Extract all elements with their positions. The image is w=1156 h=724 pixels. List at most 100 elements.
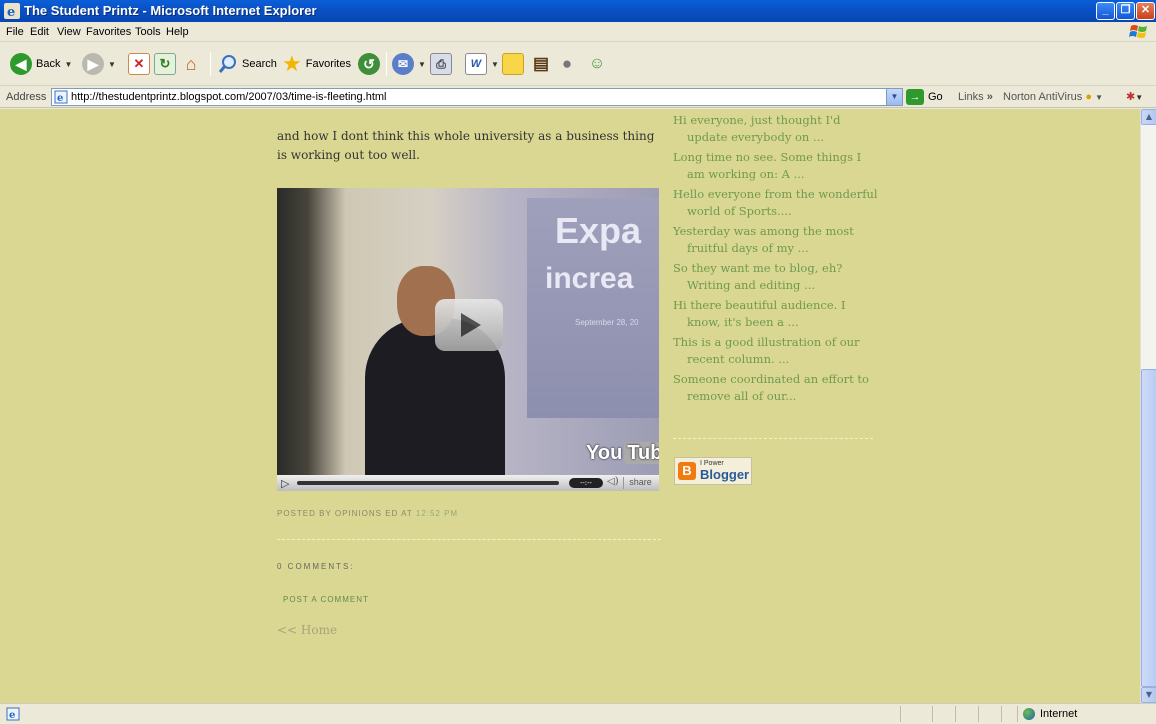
volume-icon[interactable]: ◁) bbox=[607, 476, 619, 487]
slide-text-line1: Expa bbox=[555, 210, 642, 251]
edit-dropdown-icon[interactable]: ▼ bbox=[491, 60, 499, 69]
stop-button[interactable]: ✕ bbox=[128, 50, 150, 78]
menu-tools[interactable]: Tools bbox=[135, 26, 161, 38]
links-label: Links bbox=[958, 91, 984, 103]
refresh-button[interactable]: ↻ bbox=[154, 50, 176, 78]
mail-dropdown-icon[interactable]: ▼ bbox=[418, 60, 426, 69]
forward-dropdown-icon[interactable]: ▼ bbox=[108, 60, 116, 69]
control-play-icon[interactable]: ▷ bbox=[281, 477, 289, 490]
recent-posts-sidebar: Hi everyone, just thought I'd update eve… bbox=[673, 112, 878, 408]
back-arrow-icon: ◀ bbox=[10, 53, 32, 75]
toolbar-options-icon[interactable]: ✱▼ bbox=[1126, 90, 1143, 103]
maximize-button[interactable]: ❐ bbox=[1116, 2, 1135, 20]
refresh-icon: ↻ bbox=[154, 53, 176, 75]
youtube-logo-tube: Tube bbox=[624, 442, 659, 464]
video-controls: ▷ --:-- ◁) share bbox=[277, 475, 659, 491]
search-button[interactable]: Search bbox=[218, 50, 277, 78]
recent-post-link[interactable]: Hi everyone, just thought I'd update eve… bbox=[673, 112, 878, 145]
address-url: http://thestudentprintz.blogspot.com/200… bbox=[71, 91, 387, 103]
go-button[interactable]: → Go bbox=[906, 88, 943, 106]
back-label: Back bbox=[36, 58, 61, 70]
status-cell bbox=[978, 706, 979, 722]
post-comment-link[interactable]: POST A COMMENT bbox=[283, 595, 369, 604]
post-time-link[interactable]: 12:52 PM bbox=[416, 509, 458, 518]
comments-header: 0 COMMENTS: bbox=[277, 562, 355, 571]
status-cell bbox=[932, 706, 933, 722]
post-footer: POSTED BY OPINIONS ED AT 12:52 PM bbox=[277, 509, 458, 518]
history-icon: ↺ bbox=[358, 53, 380, 75]
menu-help[interactable]: Help bbox=[166, 26, 189, 38]
back-dropdown-icon[interactable]: ▼ bbox=[64, 60, 72, 69]
menu-file[interactable]: File bbox=[6, 26, 24, 38]
play-icon[interactable] bbox=[435, 299, 503, 351]
posted-by-text: POSTED BY OPINIONS ED AT bbox=[277, 509, 413, 518]
messenger-button[interactable]: ● bbox=[556, 50, 578, 78]
recent-post-link[interactable]: Yesterday was among the most fruitful da… bbox=[673, 223, 878, 256]
internet-globe-icon bbox=[1023, 708, 1035, 720]
windows-logo-icon bbox=[1129, 25, 1147, 38]
recent-post-link[interactable]: Someone coordinated an effort to remove … bbox=[673, 371, 878, 404]
norton-dropdown-icon[interactable]: ▼ bbox=[1095, 93, 1103, 102]
blogger-power-text: I Power bbox=[700, 460, 724, 467]
norton-shield-icon: ● bbox=[1085, 91, 1093, 103]
contacts-button[interactable]: ☺ bbox=[586, 50, 608, 78]
discuss-icon bbox=[502, 53, 524, 75]
print-icon: ⎙ bbox=[430, 53, 452, 75]
recent-post-link[interactable]: This is a good illustration of our recen… bbox=[673, 334, 878, 367]
minimize-button[interactable]: _ bbox=[1096, 2, 1115, 20]
vertical-scrollbar[interactable]: ▲ ▼ bbox=[1140, 109, 1156, 703]
close-button[interactable]: ✕ bbox=[1136, 2, 1155, 20]
links-button[interactable]: Links » bbox=[958, 91, 993, 103]
recent-post-link[interactable]: Hello everyone from the wonderful world … bbox=[673, 186, 878, 219]
research-button[interactable]: ▤ bbox=[530, 50, 552, 78]
menu-view[interactable]: View bbox=[57, 26, 81, 38]
status-cell bbox=[900, 706, 901, 722]
menu-favorites[interactable]: Favorites bbox=[86, 26, 131, 38]
mail-icon: ✉ bbox=[392, 53, 414, 75]
norton-antivirus-button[interactable]: Norton AntiVirus ● ▼ bbox=[1003, 91, 1103, 103]
discuss-button[interactable] bbox=[502, 50, 524, 78]
home-button[interactable]: ⌂ bbox=[180, 50, 202, 78]
home-link[interactable]: << Home bbox=[277, 623, 337, 637]
slide-date-text: September 28, 20 bbox=[575, 318, 639, 327]
page-icon: e bbox=[54, 90, 68, 104]
address-dropdown-icon[interactable]: ▼ bbox=[886, 89, 902, 105]
menu-bar: File Edit View Favorites Tools Help bbox=[0, 22, 1156, 42]
scroll-thumb[interactable] bbox=[1141, 369, 1156, 687]
back-button[interactable]: ◀ Back ▼ bbox=[10, 50, 72, 78]
recent-post-link[interactable]: So they want me to blog, eh? Writing and… bbox=[673, 260, 878, 293]
home-icon: ⌂ bbox=[185, 53, 197, 74]
blogger-word: Blogger bbox=[700, 467, 750, 482]
favorites-button[interactable]: ★ Favorites bbox=[282, 50, 351, 78]
svg-text:e: e bbox=[57, 93, 63, 104]
youtube-video-player[interactable]: Expa increa September 28, 20 YouTube ▷ -… bbox=[277, 188, 659, 491]
address-label: Address bbox=[6, 91, 47, 103]
scroll-up-icon[interactable]: ▲ bbox=[1141, 109, 1156, 125]
stop-icon: ✕ bbox=[128, 53, 150, 75]
search-icon bbox=[218, 55, 236, 73]
post-divider bbox=[277, 539, 661, 540]
youtube-logo-you: You bbox=[586, 442, 623, 464]
svg-text:e: e bbox=[7, 5, 15, 19]
menu-edit[interactable]: Edit bbox=[30, 26, 49, 38]
slide-text-line2: increa bbox=[545, 262, 634, 295]
recent-post-link[interactable]: Long time no see. Some things I am worki… bbox=[673, 149, 878, 182]
post-body-text: and how I dont think this whole universi… bbox=[277, 129, 655, 162]
recent-post-link[interactable]: Hi there beautiful audience. I know, it'… bbox=[673, 297, 878, 330]
powered-by-blogger-badge[interactable]: B I Power Blogger bbox=[674, 457, 752, 485]
security-zone: Internet bbox=[1023, 708, 1077, 720]
address-input[interactable]: e http://thestudentprintz.blogspot.com/2… bbox=[51, 88, 903, 106]
toolbar: ◀ Back ▼ ▶ ▼ ✕ ↻ ⌂ Search ★ Favorites ↺ … bbox=[0, 42, 1156, 86]
share-button[interactable]: share bbox=[623, 477, 657, 489]
toolbar-separator bbox=[210, 52, 211, 76]
print-button[interactable]: ⎙ bbox=[430, 50, 452, 78]
search-label: Search bbox=[242, 58, 277, 70]
video-progress-bar[interactable] bbox=[297, 481, 559, 485]
toolbar-separator bbox=[386, 52, 387, 76]
scroll-down-icon[interactable]: ▼ bbox=[1141, 687, 1156, 703]
youtube-logo: YouTube bbox=[586, 442, 659, 465]
mail-button[interactable]: ✉ ▼ bbox=[392, 50, 426, 78]
history-button[interactable]: ↺ bbox=[358, 50, 380, 78]
forward-button[interactable]: ▶ ▼ bbox=[82, 50, 116, 78]
edit-button[interactable]: W ▼ bbox=[465, 50, 499, 78]
